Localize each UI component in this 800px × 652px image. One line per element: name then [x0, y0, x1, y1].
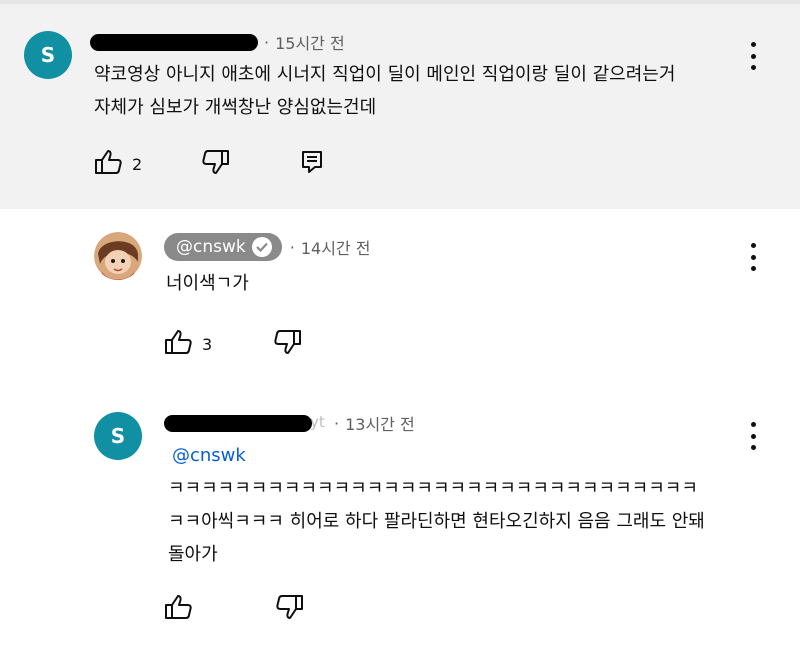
more-vert-icon-dot: [750, 266, 756, 271]
like-button[interactable]: 2: [94, 149, 142, 179]
comment-line: ㅋㅋㅋㅋㅋㅋㅋㅋㅋㅋㅋㅋㅋㅋㅋㅋㅋㅋㅋㅋㅋㅋㅋㅋㅋㅋㅋㅋㅋㅋㅋㅋ: [168, 478, 698, 499]
thumbs-up-icon: [164, 594, 194, 624]
author-handle-fragment: yt: [310, 413, 325, 431]
thumbs-down-icon: [272, 329, 302, 359]
timestamp: 15시간 전: [275, 34, 345, 53]
thumbs-down-icon: [274, 594, 304, 624]
comment-header: yt · 13시간 전: [164, 412, 415, 434]
like-button[interactable]: 3: [164, 329, 212, 359]
comment-actions: 3: [164, 329, 302, 359]
more-vert-icon-dot: [750, 65, 756, 70]
comment-line: 약코영상 아니지 애초에 시너지 직업이 딜이 메인인 직업이랑 딜이 같으려는…: [94, 64, 676, 85]
comment-line: 돌아가: [168, 544, 218, 565]
more-vert-icon-dot: [750, 445, 756, 450]
dislike-button[interactable]: [272, 329, 302, 359]
more-vert-icon: [750, 422, 756, 427]
avatar-letter: S: [40, 43, 56, 67]
more-vert-icon-dot: [750, 254, 756, 260]
channel-owner-badge[interactable]: @cnswk: [164, 233, 282, 261]
reply-button[interactable]: [300, 149, 324, 179]
comment-line: 너이색ㄱ가: [166, 273, 249, 294]
thumbs-down-icon: [200, 149, 230, 179]
like-count: 2: [132, 154, 143, 174]
author-name[interactable]: yt: [164, 413, 332, 433]
comment-line: ㅋㅋ아씩ㅋㅋㅋ 히어로 하다 팔라딘하면 현타오긴하지 음음 그래도 안돼: [168, 511, 705, 532]
thumbs-up-icon: [94, 149, 124, 179]
redaction-mark: [90, 34, 258, 51]
reply-icon: [300, 149, 324, 179]
comment-2: @cnswk · 14시간 전 너이색ㄱ가 3: [0, 209, 800, 384]
more-vert-icon-dot: [750, 433, 756, 439]
dislike-button[interactable]: [200, 149, 230, 179]
dislike-button[interactable]: [274, 594, 304, 624]
separator-dot: ·: [334, 413, 340, 433]
separator-dot: ·: [264, 32, 270, 52]
comment-body: @cnswk ㅋㅋㅋㅋㅋㅋㅋㅋㅋㅋㅋㅋㅋㅋㅋㅋㅋㅋㅋㅋㅋㅋㅋㅋㅋㅋㅋㅋㅋㅋㅋㅋ …: [168, 439, 705, 571]
redaction-mark: [164, 415, 312, 432]
author-name: @cnswk: [176, 237, 246, 257]
more-vert-icon: [750, 42, 756, 47]
timestamp: 14시간 전: [300, 239, 371, 258]
comment-body: 약코영상 아니지 애초에 시너지 직업이 딜이 메인인 직업이랑 딜이 같으려는…: [94, 58, 675, 124]
avatar-letter: S: [110, 424, 126, 448]
comment-actions: [164, 594, 304, 624]
more-options-button[interactable]: [748, 243, 758, 271]
mention-link[interactable]: @cnswk: [172, 439, 705, 472]
more-vert-icon-dot: [750, 53, 756, 59]
comment-actions: 2: [94, 149, 324, 179]
verified-check-icon: [251, 237, 272, 257]
more-options-button[interactable]: [748, 42, 758, 70]
comment-header: @cnswk · 14시간 전: [164, 232, 370, 262]
comment-1: S hw8qq1m · 15시간 전 약코영상 아니지 애초에 시너지 직업이 …: [0, 4, 800, 209]
comment-body: 너이색ㄱ가: [166, 267, 249, 300]
like-count: 3: [202, 334, 213, 354]
separator-dot: ·: [289, 237, 295, 257]
thumbs-up-icon: [164, 329, 194, 359]
author-name[interactable]: hw8qq1m: [90, 32, 260, 52]
avatar-image: [94, 232, 142, 280]
more-options-button[interactable]: [748, 422, 758, 450]
comment-3: S yt · 13시간 전 @cnswk ㅋㅋㅋㅋㅋㅋㅋㅋㅋㅋㅋㅋㅋㅋㅋㅋㅋㅋㅋ…: [0, 384, 800, 652]
avatar[interactable]: S: [24, 31, 72, 79]
comment-line: 자체가 심보가 개썩창난 양심없는건데: [94, 97, 377, 118]
avatar[interactable]: [94, 232, 142, 280]
comment-header: hw8qq1m · 15시간 전: [90, 31, 345, 53]
more-vert-icon: [750, 243, 756, 248]
timestamp: 13시간 전: [345, 415, 415, 434]
avatar[interactable]: S: [94, 412, 142, 460]
like-button[interactable]: [164, 594, 194, 624]
